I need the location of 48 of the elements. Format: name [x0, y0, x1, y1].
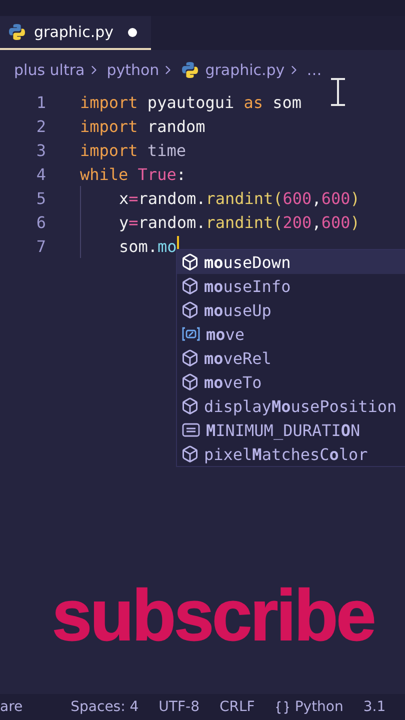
suggestion-item[interactable]: displayMousePosition — [177, 394, 405, 418]
braces-icon — [274, 700, 290, 714]
cube-icon — [181, 397, 199, 415]
suggestion-item[interactable]: moveTo — [177, 370, 405, 394]
line-number: 7 — [35, 236, 47, 256]
breadcrumb-item[interactable]: plus ultra — [14, 61, 85, 79]
cube-icon — [181, 445, 199, 463]
editor-tab[interactable]: graphic.py — [0, 16, 150, 50]
suggestion-item[interactable]: pixelMatchesColor — [177, 442, 405, 466]
breadcrumb-item[interactable]: python — [106, 61, 160, 79]
status-item[interactable]: CRLF — [219, 699, 255, 715]
suggestion-item[interactable]: move — [177, 322, 405, 346]
status-item[interactable]: are — [0, 699, 23, 715]
suggestion-item[interactable]: moveRel — [177, 346, 405, 370]
status-item[interactable]: 3.1 — [363, 699, 386, 715]
code-line: while True: — [80, 164, 186, 184]
line-number: 6 — [35, 212, 47, 232]
status-item[interactable]: Spaces: 4 — [70, 699, 139, 715]
python-logo-icon — [181, 61, 200, 79]
code-line: y=random.randint(200,600) — [119, 212, 360, 232]
cube-icon — [181, 277, 199, 295]
line-number: 5 — [35, 188, 47, 208]
code-line: import random — [80, 116, 206, 136]
line-number: 4 — [35, 164, 47, 184]
cube-icon — [181, 301, 199, 319]
suggestion-item[interactable]: MINIMUM_DURATION — [177, 418, 405, 442]
status-item[interactable]: UTF-8 — [158, 699, 200, 715]
cube-icon — [181, 253, 199, 271]
variable-icon — [181, 326, 201, 342]
python-logo-icon — [8, 23, 26, 41]
suggestion-item[interactable]: mouseInfo — [177, 274, 405, 298]
cube-icon — [181, 349, 199, 367]
overlay-caption: subscribe — [52, 580, 374, 652]
constant-icon — [181, 422, 201, 438]
line-number: 2 — [35, 116, 47, 136]
cube-icon — [181, 373, 199, 391]
code-line: som.mo — [119, 236, 177, 256]
code-line: import time — [80, 140, 186, 160]
status-item[interactable]: Python — [294, 699, 344, 715]
breadcrumb-item[interactable]: … — [306, 61, 322, 79]
breadcrumb-item[interactable]: graphic.py — [205, 61, 285, 79]
line-number: 1 — [35, 92, 47, 112]
suggestion-item[interactable]: mouseUp — [177, 298, 405, 322]
code-line: import pyautogui as som — [80, 92, 302, 112]
suggestion-item[interactable]: mouseDown — [177, 250, 405, 274]
code-line: x=random.randint(600,600) — [119, 188, 360, 208]
text-cursor-icon — [330, 78, 346, 106]
line-number: 3 — [35, 140, 47, 160]
